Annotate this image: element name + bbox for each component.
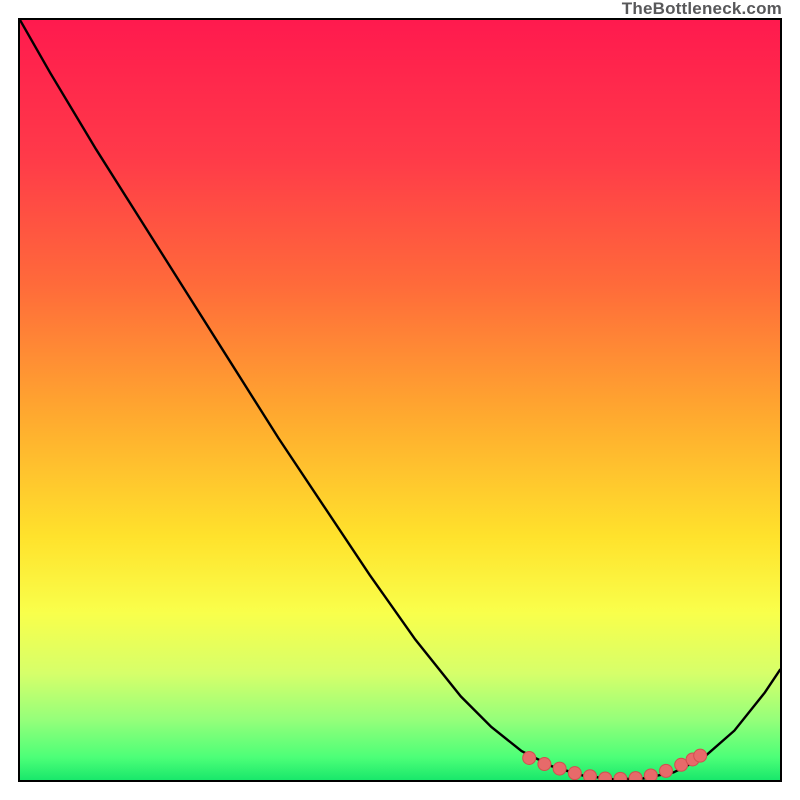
highlight-dot	[523, 751, 536, 764]
highlight-dot	[660, 764, 673, 777]
highlight-dot	[568, 767, 581, 780]
highlight-dot	[538, 758, 551, 771]
highlight-dot	[694, 749, 707, 762]
highlight-dot	[553, 762, 566, 775]
highlight-dot	[599, 772, 612, 780]
highlight-dot	[644, 769, 657, 780]
gradient-background	[20, 20, 780, 780]
chart-frame: TheBottleneck.com	[0, 0, 800, 800]
highlight-dot	[629, 772, 642, 780]
highlight-dot	[584, 770, 597, 780]
watermark-text: TheBottleneck.com	[622, 0, 782, 18]
plot-svg	[20, 20, 780, 780]
plot-area	[18, 18, 782, 782]
